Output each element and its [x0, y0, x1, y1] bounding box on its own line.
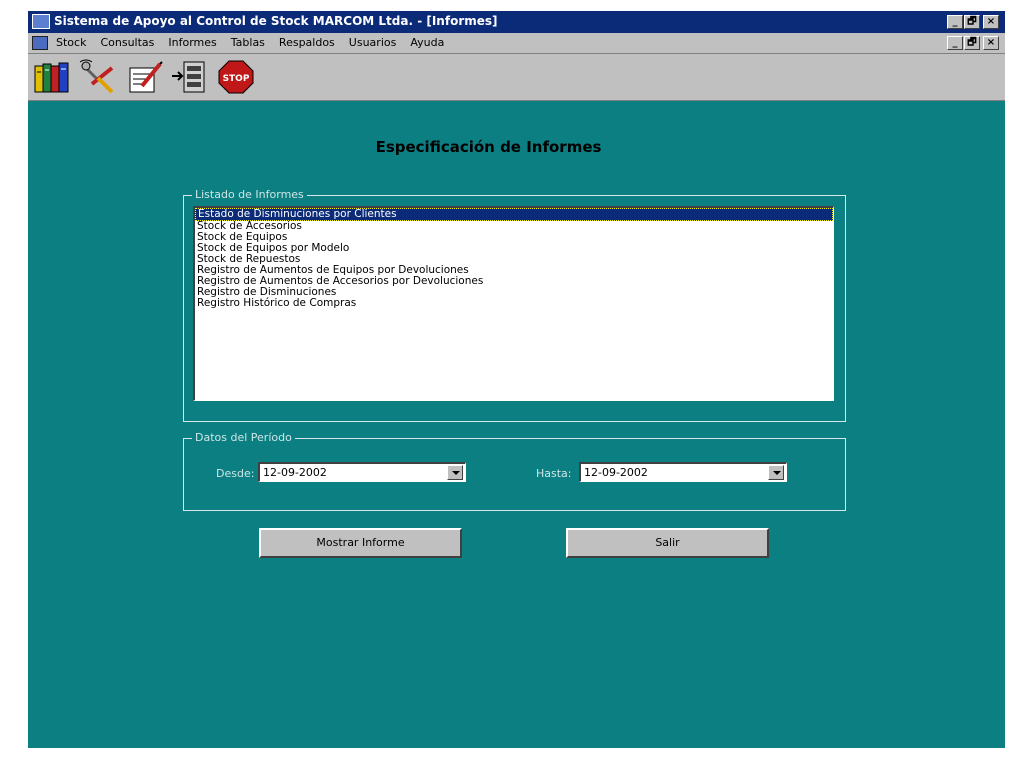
to-date-combo[interactable]: 12-09-2002: [579, 462, 787, 482]
menu-tablas[interactable]: Tablas: [231, 36, 265, 49]
show-report-button[interactable]: Mostrar Informe: [259, 528, 462, 558]
chevron-down-icon[interactable]: [447, 465, 463, 480]
stop-icon[interactable]: STOP: [216, 58, 256, 96]
menu-respaldos[interactable]: Respaldos: [279, 36, 335, 49]
reports-group-legend: Listado de Informes: [192, 188, 307, 201]
database-icon[interactable]: [170, 58, 210, 96]
child-minimize-button[interactable]: _: [947, 36, 963, 50]
restore-button[interactable]: 🗗: [964, 15, 980, 29]
app-icon[interactable]: [32, 14, 50, 29]
period-group-legend: Datos del Período: [192, 431, 295, 444]
reports-listbox[interactable]: Estado de Disminuciones por Clientes Sto…: [193, 206, 834, 401]
child-restore-button[interactable]: 🗗: [964, 36, 980, 50]
to-label: Hasta:: [536, 467, 572, 480]
menu-informes[interactable]: Informes: [168, 36, 216, 49]
exit-button[interactable]: Salir: [566, 528, 769, 558]
document-icon[interactable]: [32, 36, 48, 50]
to-date-value: 12-09-2002: [584, 466, 648, 479]
close-button[interactable]: ×: [983, 15, 999, 29]
books-icon[interactable]: [32, 58, 72, 96]
page-title: Especificación de Informes: [375, 138, 602, 156]
edit-document-icon[interactable]: [124, 58, 164, 96]
chevron-down-icon[interactable]: [768, 465, 784, 480]
menu-consultas[interactable]: Consultas: [100, 36, 154, 49]
menu-stock[interactable]: Stock: [56, 36, 86, 49]
child-close-button[interactable]: ×: [983, 36, 999, 50]
window-title: Sistema de Apoyo al Control de Stock MAR…: [54, 14, 498, 28]
menu-ayuda[interactable]: Ayuda: [410, 36, 444, 49]
list-item[interactable]: Registro Histórico de Compras: [195, 298, 833, 309]
toolbar: STOP: [28, 54, 1005, 101]
stop-label: STOP: [223, 74, 250, 84]
menu-bar: Stock Consultas Informes Tablas Respaldo…: [28, 33, 1005, 54]
from-label: Desde:: [216, 467, 255, 480]
menu-list: Stock Consultas Informes Tablas Respaldo…: [56, 36, 444, 49]
from-date-value: 12-09-2002: [263, 466, 327, 479]
menu-usuarios[interactable]: Usuarios: [349, 36, 397, 49]
minimize-button[interactable]: _: [947, 15, 963, 29]
from-date-combo[interactable]: 12-09-2002: [258, 462, 466, 482]
title-bar[interactable]: Sistema de Apoyo al Control de Stock MAR…: [28, 11, 1005, 33]
tools-icon[interactable]: [78, 58, 118, 96]
list-item[interactable]: Stock de Accesorios: [195, 221, 833, 232]
